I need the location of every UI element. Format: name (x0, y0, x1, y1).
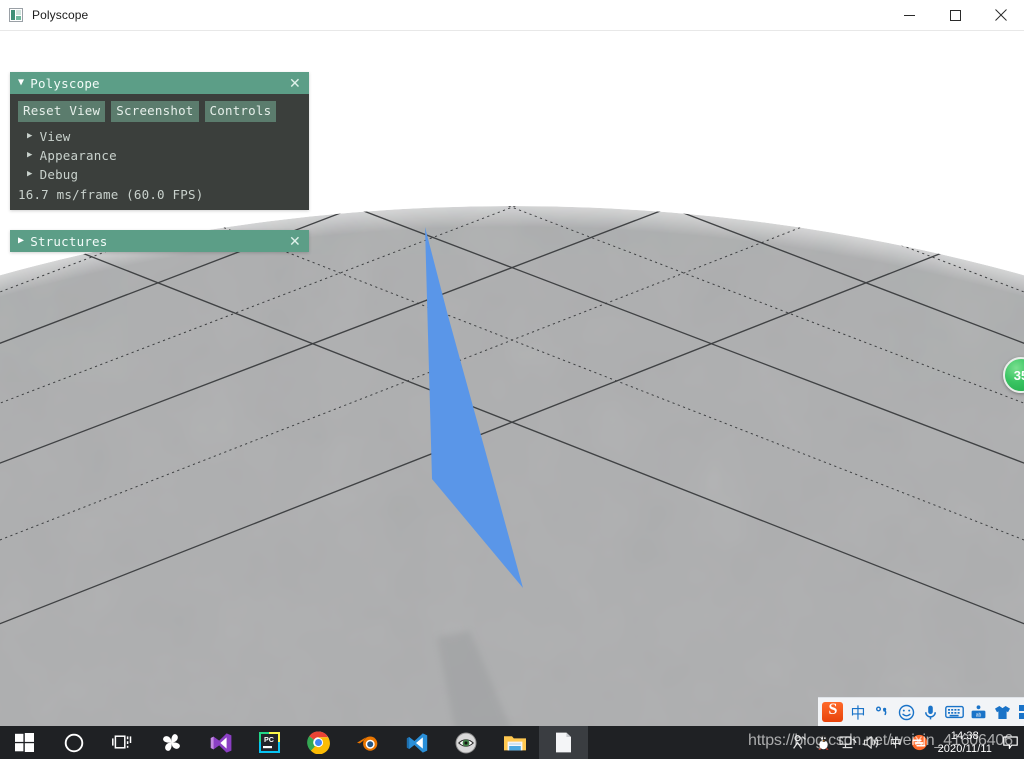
google-chrome-button[interactable] (294, 726, 343, 759)
polyscope-3d-viewport[interactable]: 35 ▼ Polyscope ✕ Reset View Screenshot C… (0, 31, 1024, 727)
blender-icon (356, 733, 380, 753)
windows-logo-icon (15, 733, 34, 752)
sogou-pinyin-button[interactable] (147, 726, 196, 759)
file-explorer-button[interactable] (490, 726, 539, 759)
start-button[interactable] (0, 726, 49, 759)
visual-studio-icon (210, 732, 232, 754)
screen: Polyscope (0, 0, 1024, 759)
minimize-icon (904, 10, 915, 21)
maximize-icon (950, 10, 961, 21)
taskbar-clock[interactable]: 14:38 2020/11/11 (932, 730, 1000, 755)
chevron-right-icon[interactable]: ▶ (18, 236, 24, 246)
visual-studio-button[interactable] (196, 726, 245, 759)
punctuation-toggle-icon[interactable] (870, 698, 894, 727)
microphone-icon[interactable] (918, 698, 942, 727)
document-icon (555, 732, 572, 753)
tree-item-debug[interactable]: ▶ Debug (18, 165, 301, 184)
app-icon (9, 8, 23, 22)
sogou-ime-toolbar[interactable]: S 中 (818, 697, 1024, 726)
blender-button[interactable] (343, 726, 392, 759)
network-icon[interactable] (836, 726, 860, 759)
close-icon (995, 9, 1007, 21)
emoji-icon[interactable] (894, 698, 918, 727)
polyscope-main-panel: ▼ Polyscope ✕ Reset View Screenshot Cont… (10, 72, 309, 210)
svg-text:PC: PC (264, 735, 274, 744)
thunder-download-icon[interactable] (908, 726, 932, 759)
clock-date: 2020/11/11 (938, 743, 992, 756)
tree-item-view[interactable]: ▶ View (18, 127, 301, 146)
controls-button[interactable]: Controls (205, 101, 277, 122)
close-button[interactable] (978, 0, 1024, 31)
polyscope-button-row: Reset View Screenshot Controls (18, 101, 301, 122)
volume-icon[interactable] (860, 726, 884, 759)
close-icon[interactable]: ✕ (287, 234, 303, 248)
tree-item-debug-label: Debug (40, 165, 79, 184)
close-icon[interactable]: ✕ (287, 76, 303, 90)
structures-panel: ▶ Structures ✕ (10, 230, 309, 252)
polyscope-panel-title: Polyscope (30, 76, 287, 91)
window-controls (886, 0, 1024, 31)
polyscope-panel-body: Reset View Screenshot Controls ▶ View ▶ … (10, 94, 309, 210)
chrome-icon (307, 731, 330, 754)
soft-keyboard-icon[interactable] (942, 698, 966, 727)
polyscope-panel-header[interactable]: ▼ Polyscope ✕ (10, 72, 309, 94)
vs-code-button[interactable] (392, 726, 441, 759)
pycharm-icon: PC (259, 732, 280, 753)
window-title: Polyscope (32, 8, 88, 22)
notification-icon (1003, 736, 1018, 750)
cortana-search-button[interactable] (49, 726, 98, 759)
pycharm-button[interactable]: PC (245, 726, 294, 759)
qq-icon[interactable] (812, 726, 836, 759)
frame-time-status: 16.7 ms/frame (60.0 FPS) (18, 185, 301, 204)
structures-panel-title: Structures (30, 234, 287, 249)
system-tray: 中 14:38 2020/11/11 (788, 726, 1024, 759)
chevron-right-icon: ▶ (27, 165, 33, 184)
screenshot-button[interactable]: Screenshot (111, 101, 198, 122)
clock-time: 14:38 (951, 730, 979, 743)
minimize-button[interactable] (886, 0, 932, 31)
tree-item-appearance-label: Appearance (40, 146, 117, 165)
windows-taskbar: PC (0, 726, 1024, 759)
sogou-logo-icon[interactable]: S (820, 700, 846, 724)
ime-language-mode-toggle[interactable]: 中 (846, 698, 870, 727)
vs-code-icon (406, 732, 428, 754)
ime-mode-icon[interactable]: 中 (884, 726, 908, 759)
notification-center-button[interactable] (1000, 726, 1020, 759)
sogou-logo-letter: S (820, 701, 846, 719)
chevron-right-icon: ▶ (27, 146, 33, 165)
chevron-right-icon: ▶ (27, 127, 33, 146)
sogou-pinwheel-icon (160, 731, 183, 754)
tree-item-appearance[interactable]: ▶ Appearance (18, 146, 301, 165)
tree-item-view-label: View (40, 127, 71, 146)
task-view-button[interactable] (98, 726, 147, 759)
cortana-circle-icon (64, 733, 84, 753)
window-titlebar: Polyscope (0, 0, 1024, 31)
eye-icon (455, 732, 477, 754)
maximize-button[interactable] (932, 0, 978, 31)
everything-search-button[interactable] (441, 726, 490, 759)
task-view-icon (112, 734, 133, 752)
reset-view-button[interactable]: Reset View (18, 101, 105, 122)
structures-panel-header[interactable]: ▶ Structures ✕ (10, 230, 309, 252)
svg-text:ab: ab (975, 712, 981, 718)
people-icon[interactable] (788, 726, 812, 759)
toolbox-icon[interactable]: ab (966, 698, 990, 727)
polyscope-window-button[interactable] (539, 726, 588, 759)
chevron-down-icon[interactable]: ▼ (18, 78, 24, 88)
folder-icon (503, 733, 527, 753)
app-grid-icon[interactable] (1014, 698, 1024, 727)
skin-icon[interactable] (990, 698, 1014, 727)
